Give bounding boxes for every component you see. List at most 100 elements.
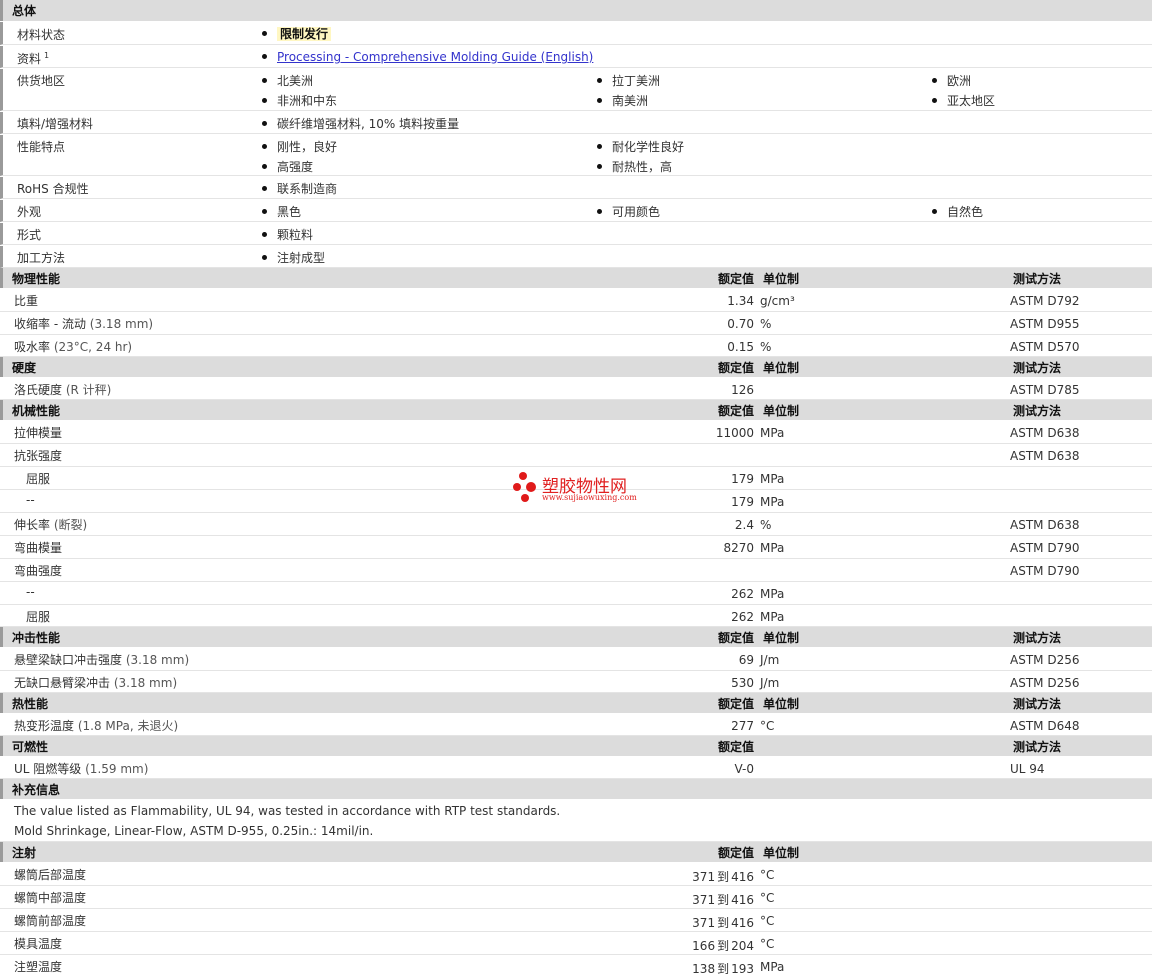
table-row: 洛氏硬度 (R 计秤) 126 ASTM D785	[0, 378, 1152, 400]
bullet-icon	[262, 78, 267, 83]
table-row: 弯曲强度 ASTM D790	[0, 559, 1152, 582]
list-item: 刚性，良好	[262, 138, 337, 155]
row-processing: 加工方法 注射成型	[0, 246, 1152, 268]
row-value: 1.34	[727, 294, 754, 308]
row-test: ASTM D790	[1010, 564, 1080, 578]
row-unit: J/m	[760, 653, 780, 667]
unit-header: 单位制	[763, 361, 800, 375]
row-unit: MPa	[760, 541, 785, 555]
watermark-dot	[526, 482, 536, 492]
row-label: 屈服	[26, 472, 51, 486]
row-label: --	[26, 493, 35, 507]
section-title: 机械性能	[12, 404, 61, 418]
test-header: 测试方法	[1013, 697, 1062, 711]
row-form: 形式 颗粒料	[0, 223, 1152, 245]
table-row: 热变形温度 (1.8 MPa, 未退火) 277 °C ASTM D648	[0, 714, 1152, 736]
bullet-icon	[262, 31, 267, 36]
section-flammability-header: 可燃性 额定值 测试方法	[0, 736, 1152, 756]
row-label: 洛氏硬度 (R 计秤)	[14, 383, 112, 397]
list-item: 拉丁美洲	[597, 72, 660, 89]
test-header: 测试方法	[1013, 272, 1062, 286]
section-title: 注射	[12, 846, 37, 860]
row-material-status: 材料状态 限制发行	[0, 22, 1152, 45]
row-label: 模具温度	[14, 937, 63, 951]
table-row: 比重 1.34 g/cm³ ASTM D792	[0, 289, 1152, 312]
row-test: ASTM D955	[1010, 317, 1080, 331]
row-label: 悬壁梁缺口冲击强度 (3.18 mm)	[14, 653, 190, 667]
table-row: -- 262 MPa	[0, 582, 1152, 605]
row-unit: MPa	[760, 587, 785, 601]
list-item: 高强度	[262, 158, 313, 175]
row-label: 弯曲强度	[14, 564, 63, 578]
row-unit: MPa	[760, 610, 785, 624]
row-value: 69	[738, 653, 754, 667]
watermark-dot	[521, 494, 529, 502]
row-label: 注塑温度	[14, 960, 63, 974]
row-value-range: 371 到 416	[692, 916, 754, 930]
row-label: 收缩率 - 流动 (3.18 mm)	[14, 317, 154, 331]
section-mechanical-header: 机械性能 额定值 单位制 测试方法	[0, 400, 1152, 420]
row-unit: °C	[760, 891, 775, 905]
section-supplemental-header: 补充信息	[0, 779, 1152, 799]
row-label: 螺筒前部温度	[14, 914, 87, 928]
test-header: 测试方法	[1013, 404, 1062, 418]
row-unit: g/cm³	[760, 294, 795, 308]
row-unit: MPa	[760, 426, 785, 440]
section-title: 热性能	[12, 697, 49, 711]
section-title: 补充信息	[12, 783, 61, 797]
section-general-header: 总体	[0, 0, 1152, 21]
row-unit: %	[760, 518, 772, 532]
list-item: 北美洲	[262, 72, 313, 89]
row-label: 抗张强度	[14, 449, 63, 463]
row-value: 262	[731, 610, 754, 624]
list-item: 联系制造商	[262, 180, 337, 197]
row-value: 126	[731, 383, 754, 397]
section-thermal-header: 热性能 额定值 单位制 测试方法	[0, 693, 1152, 713]
supplemental-notes: The value listed as Flammability, UL 94,…	[0, 800, 1152, 842]
nominal-header: 额定值	[717, 272, 754, 286]
bullet-icon	[262, 121, 267, 126]
row-unit: MPa	[760, 472, 785, 486]
row-value: 277	[731, 719, 754, 733]
list-item: 限制发行	[262, 25, 332, 42]
row-value-range: 138 到 193	[692, 962, 754, 976]
bullet-icon	[262, 232, 267, 237]
test-header: 测试方法	[1013, 631, 1062, 645]
site-watermark: 塑胶物性网 www.sujiaowuxing.com	[512, 470, 652, 510]
bullet-icon	[597, 78, 602, 83]
row-label: 伸长率 (断裂)	[14, 518, 88, 532]
list-item: 耐热性，高	[597, 158, 672, 175]
table-row: 吸水率 (23°C, 24 hr) 0.15 % ASTM D570	[0, 335, 1152, 357]
row-unit: MPa	[760, 960, 785, 974]
row-availability: 供货地区 北美洲 拉丁美洲 欧洲 非洲和中东 南美洲 亚太地区	[0, 69, 1152, 111]
table-row: UL 阻燃等级 (1.59 mm) V-0 UL 94	[0, 757, 1152, 779]
table-row: 抗张强度 ASTM D638	[0, 444, 1152, 467]
table-row: 弯曲模量 8270 MPa ASTM D790	[0, 536, 1152, 559]
note-text: The value listed as Flammability, UL 94,…	[14, 804, 561, 818]
table-row: 注塑温度 138 到 193 MPa	[0, 955, 1152, 976]
row-label: 无缺口悬臂梁冲击 (3.18 mm)	[14, 676, 178, 690]
nominal-header: 额定值	[717, 361, 754, 375]
row-label: 形式	[17, 228, 42, 242]
row-label: 弯曲模量	[14, 541, 63, 555]
bullet-icon	[262, 209, 267, 214]
list-item: Processing - Comprehensive Molding Guide…	[262, 50, 593, 64]
nominal-header: 额定值	[717, 631, 754, 645]
row-filler: 填料/增强材料 碳纤维增强材料, 10% 填料按重量	[0, 112, 1152, 134]
section-title: 可燃性	[12, 740, 49, 754]
row-label: 拉伸模量	[14, 426, 63, 440]
row-label: 加工方法	[17, 251, 66, 265]
row-value: V-0	[734, 762, 754, 776]
watermark-url: www.sujiaowuxing.com	[542, 493, 637, 502]
table-row: 伸长率 (断裂) 2.4 % ASTM D638	[0, 513, 1152, 536]
molding-guide-link[interactable]: Processing - Comprehensive Molding Guide…	[277, 50, 593, 64]
list-item: 黑色	[262, 203, 301, 220]
row-value: 8270	[723, 541, 754, 555]
table-row: 屈服 262 MPa	[0, 605, 1152, 627]
row-rohs: RoHS 合规性 联系制造商	[0, 177, 1152, 199]
bullet-icon	[932, 78, 937, 83]
nominal-header: 额定值	[717, 697, 754, 711]
row-label: 填料/增强材料	[17, 117, 94, 131]
list-item: 可用颜色	[597, 203, 660, 220]
bullet-icon	[932, 98, 937, 103]
